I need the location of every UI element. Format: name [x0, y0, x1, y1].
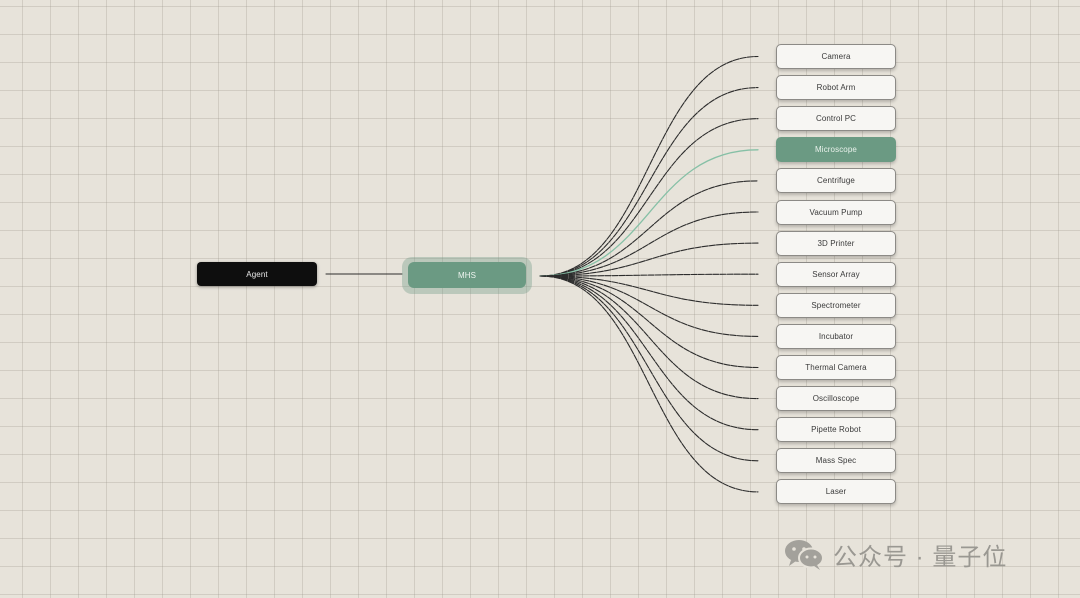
device-label: Vacuum Pump: [809, 207, 863, 217]
hub-to-device-wire: [539, 149, 759, 277]
hub-to-device-wire: [539, 275, 759, 431]
watermark: 公众号 · 量子位: [783, 534, 1007, 574]
device-node-robot-arm[interactable]: Robot Arm: [776, 75, 896, 101]
device-label: Robot Arm: [816, 83, 856, 93]
connection-wires: [325, 55, 759, 493]
device-node-oscilloscope[interactable]: Oscilloscope: [776, 386, 896, 412]
device-label: Microscope: [815, 145, 857, 155]
device-node-vacuum-pump[interactable]: Vacuum Pump: [776, 199, 896, 225]
device-label: Thermal Camera: [805, 363, 867, 372]
device-label: Spectrometer: [811, 300, 861, 310]
device-label: Incubator: [818, 331, 854, 341]
hub-to-device-wire: [539, 55, 759, 277]
device-label: Laser: [825, 487, 847, 497]
hub-to-device-wire: [539, 118, 759, 277]
device-label: Pipette Robot: [811, 425, 861, 435]
device-node-laser[interactable]: Laser: [776, 479, 896, 505]
mhs-hub-node[interactable]: MHS: [408, 262, 526, 288]
device-node-sensor-array[interactable]: Sensor Array: [776, 261, 896, 287]
device-node-spectrometer[interactable]: Spectrometer: [776, 292, 896, 318]
wechat-icon: [785, 540, 824, 570]
hub-label: MHS: [457, 270, 477, 280]
device-label: Control PC: [815, 114, 857, 124]
device-node-3d-printer[interactable]: 3D Printer: [776, 230, 896, 256]
device-label: Oscilloscope: [812, 394, 860, 404]
device-node-control-pc[interactable]: Control PC: [776, 106, 896, 132]
watermark-text: 公众号 · 量子位: [833, 543, 1008, 571]
device-label: Camera: [821, 52, 851, 61]
device-node-mass-spec[interactable]: Mass Spec: [776, 448, 896, 474]
device-label: Sensor Array: [812, 269, 860, 279]
hub-to-device-wire: [539, 275, 759, 337]
device-node-camera[interactable]: Camera: [776, 44, 896, 69]
device-node-centrifuge[interactable]: Centrifuge: [776, 168, 896, 194]
device-label: Centrifuge: [817, 176, 855, 186]
device-node-incubator[interactable]: Incubator: [776, 323, 896, 349]
device-node-thermal-camera[interactable]: Thermal Camera: [776, 355, 896, 380]
agent-label: Agent: [246, 269, 268, 279]
hub-to-device-wire: [539, 275, 759, 493]
device-node-pipette-robot[interactable]: Pipette Robot: [776, 417, 896, 443]
device-node-microscope[interactable]: Microscope: [776, 137, 896, 163]
hub-to-device-wire: [539, 275, 759, 400]
agent-node[interactable]: Agent: [197, 262, 317, 286]
device-label: 3D Printer: [817, 238, 855, 248]
hub-to-device-wire: [539, 180, 759, 277]
hub-to-device-wire: [539, 275, 759, 462]
hub-to-device-wire: [539, 87, 759, 277]
device-label: Mass Spec: [815, 456, 857, 466]
